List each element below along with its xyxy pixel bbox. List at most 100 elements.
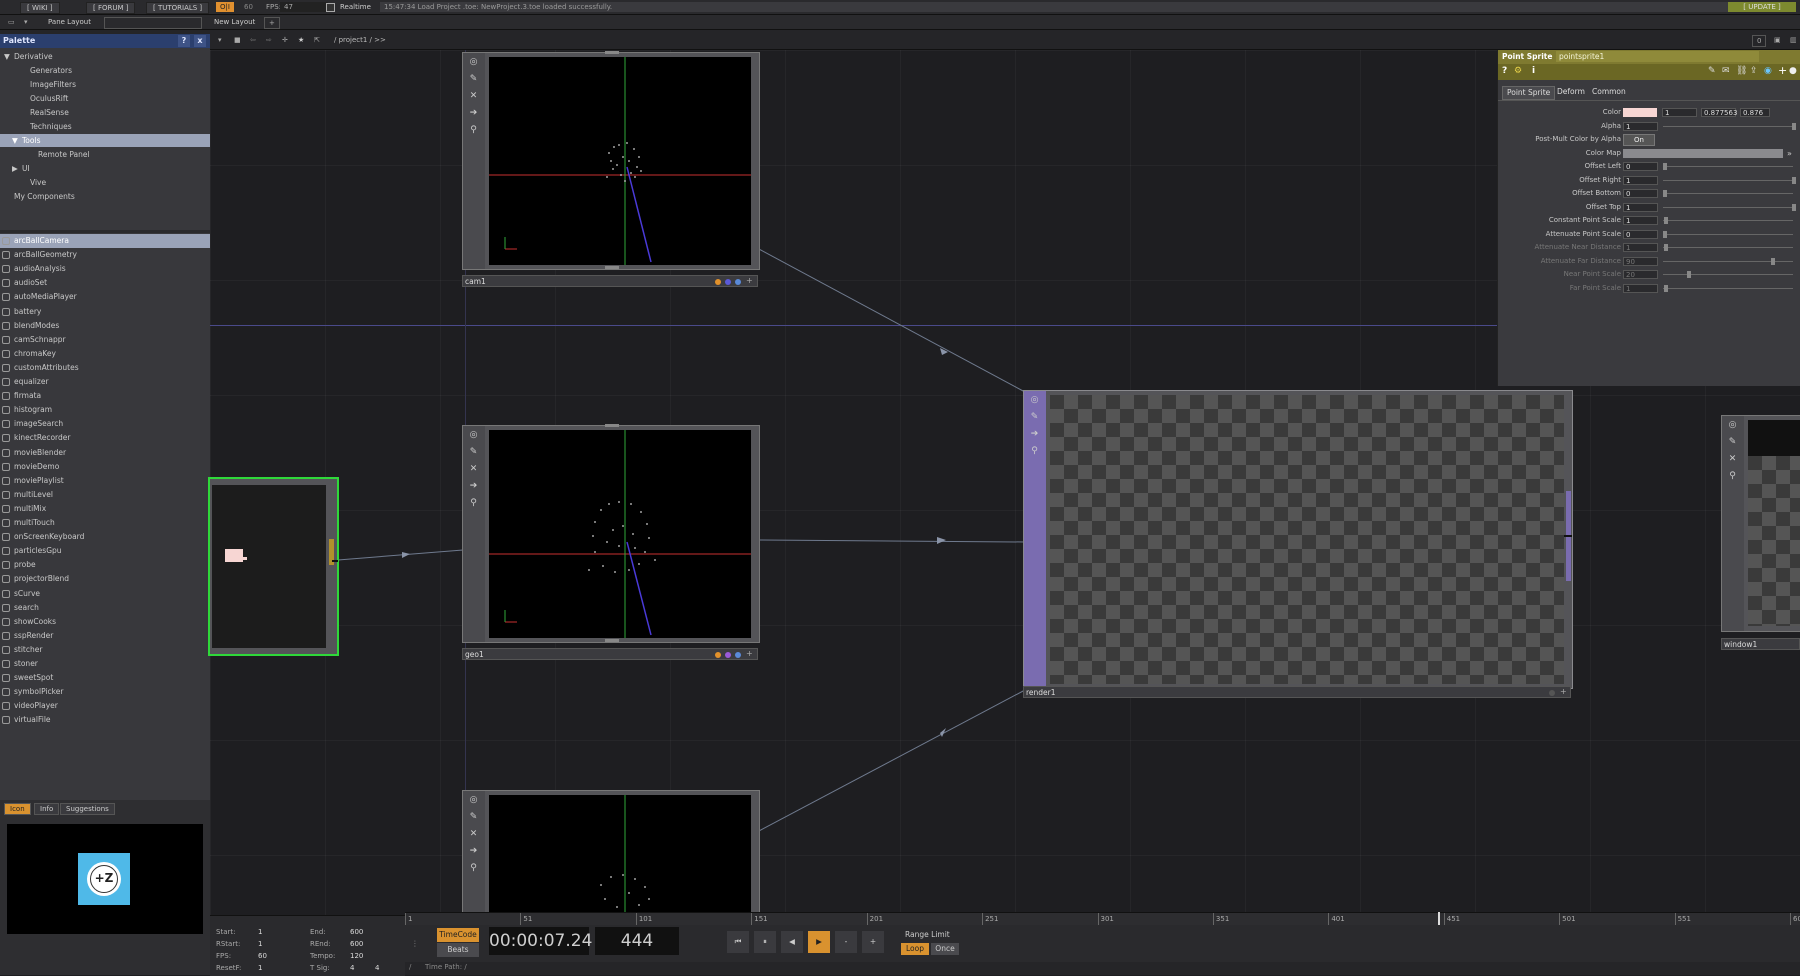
once-button[interactable]: Once	[931, 943, 959, 955]
viewer-icon[interactable]: ◎	[468, 57, 479, 68]
cam1-node[interactable]: ◎ ✎ ✕ ➔ ⚲	[462, 51, 760, 270]
param-slider[interactable]	[1663, 193, 1793, 194]
edit-icon[interactable]: ✎	[1708, 66, 1716, 76]
resetf-value[interactable]: 1	[258, 964, 262, 972]
param-slider[interactable]	[1663, 247, 1793, 248]
param-value-field[interactable]: 1	[1623, 175, 1658, 185]
pen-icon[interactable]: ✎	[468, 74, 479, 85]
step-forward-button[interactable]: +	[862, 931, 884, 953]
param-value-field[interactable]: 1	[1623, 216, 1658, 225]
geo1-flag-orange[interactable]	[715, 652, 721, 658]
param-slider-knob[interactable]	[1663, 230, 1667, 238]
render1-flag[interactable]	[1549, 690, 1555, 696]
end-value[interactable]: 600	[350, 928, 363, 936]
render1-viewer[interactable]	[1050, 395, 1564, 684]
param-slider-knob[interactable]	[1792, 203, 1796, 211]
color-b-field[interactable]: 0.876	[1740, 108, 1770, 117]
play-reverse-button[interactable]: ◀	[781, 931, 803, 953]
param-slider-knob[interactable]	[1664, 244, 1669, 251]
postmult-toggle[interactable]: On	[1623, 134, 1655, 146]
window1-viewer[interactable]	[1748, 456, 1800, 626]
pen-icon[interactable]: ✎	[468, 447, 479, 458]
frame-display[interactable]: 444	[595, 927, 679, 955]
step-back-button[interactable]: -	[835, 931, 857, 953]
geo1-label[interactable]: geo1 +	[462, 648, 758, 660]
light-node[interactable]: ◎ ✎ ✕ ➔ ⚲	[462, 790, 760, 917]
param-value-field[interactable]: 0	[1623, 162, 1658, 171]
lock-icon[interactable]: ⚲	[468, 863, 479, 874]
window1-node[interactable]: ◎ ✎ ✕ ⚲	[1721, 415, 1800, 632]
playhead[interactable]	[1438, 912, 1440, 925]
start-value[interactable]: 1	[258, 928, 262, 936]
param-slider-knob[interactable]	[1771, 257, 1775, 265]
param-slider-knob[interactable]	[1792, 176, 1796, 184]
param-value-field[interactable]: 90	[1623, 256, 1658, 266]
param-value-field[interactable]: 1	[1623, 243, 1658, 252]
cam1-viewer[interactable]	[489, 57, 751, 265]
param-value-field[interactable]: 0	[1623, 229, 1658, 239]
tl-fps-value[interactable]: 60	[258, 952, 267, 960]
light-viewer[interactable]	[489, 795, 751, 916]
rewind-button[interactable]: ⏮	[727, 931, 749, 953]
param-value-field[interactable]: 1	[1623, 121, 1658, 131]
play-button[interactable]: ▶	[808, 931, 830, 953]
cam1-label[interactable]: cam1 +	[462, 275, 758, 287]
color-r-field[interactable]: 1	[1662, 108, 1697, 117]
tab-point-sprite[interactable]: Point Sprite	[1502, 86, 1556, 100]
param-slider[interactable]	[1663, 233, 1793, 235]
param-slider[interactable]	[1663, 125, 1793, 127]
link-icon[interactable]: ⛓	[1736, 66, 1747, 76]
param-slider-knob[interactable]	[1792, 122, 1796, 130]
lock-icon[interactable]: ⚲	[468, 125, 479, 136]
param-slider[interactable]	[1663, 274, 1793, 275]
viewer-icon[interactable]: ◎	[1727, 420, 1738, 431]
timecode-mode-button[interactable]: TimeCode	[437, 928, 479, 942]
display-icon[interactable]: ➔	[468, 481, 479, 492]
render1-add-icon[interactable]: +	[1560, 687, 1567, 696]
loop-button[interactable]: Loop	[901, 943, 929, 955]
tab-deform[interactable]: Deform	[1553, 86, 1589, 98]
param-slider-knob[interactable]	[1663, 190, 1667, 197]
globe-icon[interactable]: ◉	[1764, 66, 1772, 76]
display-icon[interactable]: ➔	[468, 108, 479, 119]
python-icon[interactable]: ⚙	[1514, 66, 1522, 76]
param-slider[interactable]	[1663, 206, 1793, 208]
timecode-display[interactable]: 00:00:07.24	[489, 927, 592, 955]
tab-common[interactable]: Common	[1588, 86, 1630, 98]
add-icon[interactable]: +	[1778, 64, 1787, 77]
lock-icon[interactable]: ⚲	[1029, 446, 1040, 457]
time-path[interactable]: Time Path: /	[425, 963, 467, 971]
timeline-options-icon[interactable]: ⋮	[407, 937, 423, 951]
pause-button[interactable]: ⏸	[754, 931, 776, 953]
geo1-flag-purple[interactable]	[725, 652, 731, 658]
comment-icon[interactable]: ✉	[1722, 66, 1730, 76]
rstart-value[interactable]: 1	[258, 940, 262, 948]
cam1-flag-blue[interactable]	[725, 279, 731, 285]
tsig-numerator[interactable]: 4	[350, 964, 354, 972]
param-value-field[interactable]: 0	[1623, 189, 1658, 198]
bypass-icon[interactable]: ✕	[1727, 454, 1738, 465]
lock-icon[interactable]: ⚲	[468, 498, 479, 509]
geo1-add-icon[interactable]: +	[746, 649, 753, 658]
pen-icon[interactable]: ✎	[468, 812, 479, 823]
viewer-icon[interactable]: ◎	[468, 430, 479, 441]
param-value-field[interactable]: 20	[1623, 270, 1658, 279]
param-slider-knob[interactable]	[1663, 163, 1667, 170]
bypass-icon[interactable]: ✕	[468, 464, 479, 475]
display-icon[interactable]: ➔	[1029, 429, 1040, 440]
beats-mode-button[interactable]: Beats	[437, 943, 479, 957]
op-name-field[interactable]: pointsprite1	[1556, 51, 1759, 62]
bypass-icon[interactable]: ✕	[468, 829, 479, 840]
param-slider-knob[interactable]	[1687, 271, 1691, 278]
help-icon[interactable]: ?	[1502, 66, 1507, 76]
window1-label[interactable]: window1	[1721, 638, 1800, 650]
param-slider[interactable]	[1663, 220, 1793, 221]
time-path-icon[interactable]: /	[409, 963, 411, 971]
param-slider-knob[interactable]	[1664, 217, 1669, 224]
cam1-flag-orange[interactable]	[715, 279, 721, 285]
param-value-field[interactable]: 1	[1623, 202, 1658, 212]
lock-icon[interactable]: ⚲	[1727, 471, 1738, 482]
pen-icon[interactable]: ✎	[1727, 437, 1738, 448]
cam1-add-icon[interactable]: +	[746, 276, 753, 285]
cam1-flag-lightblue[interactable]	[735, 279, 741, 285]
